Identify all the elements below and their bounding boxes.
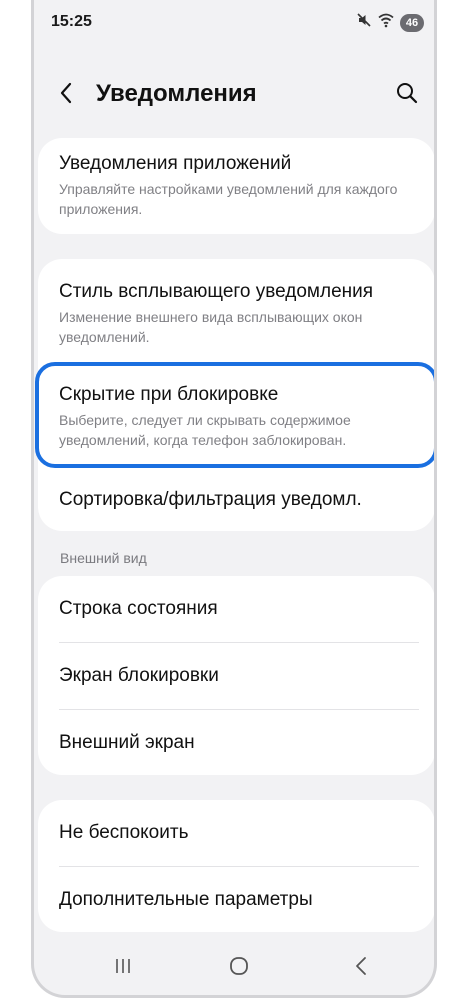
battery-icon: 46 xyxy=(400,13,424,32)
phone-screen: 15:25 46 Уведомления Уведомления приложе… xyxy=(31,0,437,998)
page-title: Уведомления xyxy=(96,80,257,107)
mute-icon xyxy=(356,12,372,33)
app-header: Уведомления xyxy=(34,70,434,120)
app-notifications-subtitle: Управляйте настройками уведомлений для к… xyxy=(59,181,398,217)
home-button[interactable] xyxy=(224,953,254,983)
back-icon xyxy=(353,956,369,981)
divider xyxy=(59,642,419,643)
lock-hide-title: Скрытие при блокировке xyxy=(59,384,279,405)
wifi-icon xyxy=(378,12,394,33)
recent-apps-button[interactable] xyxy=(108,953,138,983)
search-button[interactable] xyxy=(392,80,422,110)
status-bar: 15:25 46 xyxy=(34,0,434,46)
recent-apps-icon xyxy=(113,957,133,980)
popup-style-title: Стиль всплывающего уведомления xyxy=(59,281,374,302)
lock-hide-content: Скрытие при блокировке Выберите, следует… xyxy=(39,383,434,450)
lock-hide-subtitle: Выберите, следует ли скрывать содержимое… xyxy=(59,412,351,448)
app-notifications-card: Уведомления приложений Управляйте настро… xyxy=(38,138,434,234)
lock-screen-item[interactable]: Экран блокировки xyxy=(38,664,434,688)
status-bar-title: Строка состояния xyxy=(59,598,218,619)
external-screen-title: Внешний экран xyxy=(59,732,195,753)
lock-screen-title: Экран блокировки xyxy=(59,665,219,686)
navigation-bar xyxy=(34,939,434,995)
back-chevron-icon xyxy=(58,81,74,110)
divider xyxy=(59,866,419,867)
back-button[interactable] xyxy=(52,81,80,109)
advanced-settings-item[interactable]: Дополнительные параметры xyxy=(38,888,434,912)
battery-level: 46 xyxy=(405,16,419,29)
advanced-settings-title: Дополнительные параметры xyxy=(59,889,313,910)
status-icons: 46 xyxy=(356,12,424,33)
sort-filter-title: Сортировка/фильтрация уведомл. xyxy=(59,489,362,510)
nav-back-button[interactable] xyxy=(346,953,376,983)
popup-style-item[interactable]: Стиль всплывающего уведомления Изменение… xyxy=(38,280,434,347)
popup-style-subtitle: Изменение внешнего вида всплывающих окон… xyxy=(59,309,363,345)
external-screen-item[interactable]: Внешний экран xyxy=(38,731,434,755)
lock-hide-item[interactable]: Скрытие при блокировке Выберите, следует… xyxy=(35,362,434,468)
status-bar-item[interactable]: Строка состояния xyxy=(38,597,434,621)
appearance-section-label: Внешний вид xyxy=(60,550,147,566)
app-notifications-item[interactable]: Уведомления приложений Управляйте настро… xyxy=(38,152,434,219)
search-icon xyxy=(396,82,418,109)
do-not-disturb-item[interactable]: Не беспокоить xyxy=(38,821,434,845)
home-icon xyxy=(229,956,249,981)
do-not-disturb-title: Не беспокоить xyxy=(59,822,189,843)
app-notifications-title: Уведомления приложений xyxy=(59,153,292,174)
status-time: 15:25 xyxy=(51,13,92,30)
misc-card: Не беспокоить Дополнительные параметры xyxy=(38,800,434,932)
appearance-card: Строка состояния Экран блокировки Внешни… xyxy=(38,576,434,775)
sort-filter-item[interactable]: Сортировка/фильтрация уведомл. xyxy=(38,488,434,512)
divider xyxy=(59,709,419,710)
